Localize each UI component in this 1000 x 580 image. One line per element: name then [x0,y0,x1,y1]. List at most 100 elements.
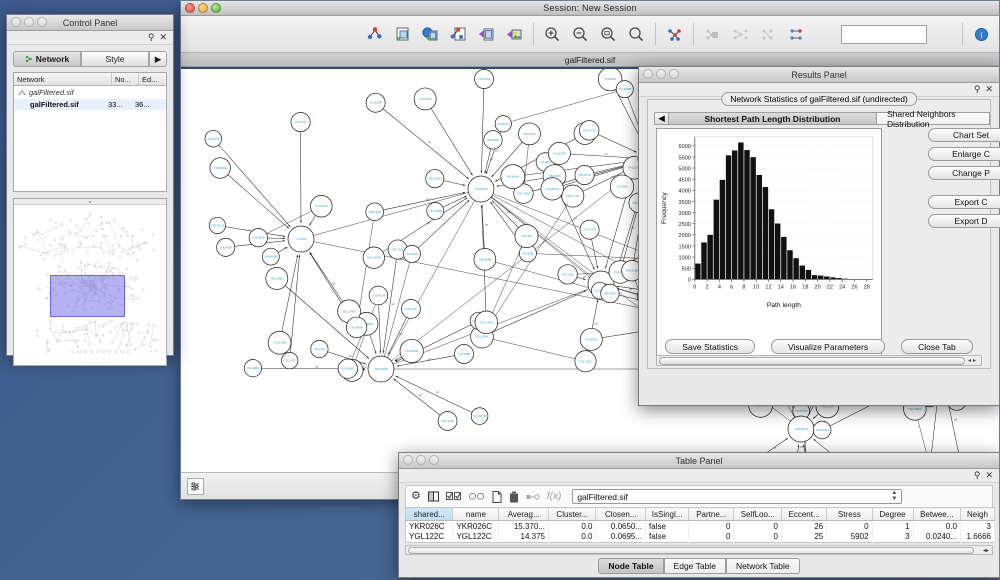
import-web-icon[interactable] [417,21,444,48]
save-statistics-button[interactable]: Save Statistics [665,339,755,354]
network-from-selection-icon[interactable] [445,21,472,48]
viewport-selection-rectangle[interactable] [50,275,124,317]
table-column-header[interactable]: Partne... [689,508,734,521]
task-history-icon[interactable] [187,478,204,495]
table-cell[interactable]: 25 [781,532,826,543]
hide-selected-icon[interactable] [755,21,782,48]
table-cell[interactable]: 26 [781,521,826,532]
show-all-icon[interactable] [783,21,810,48]
more-tabs-arrow-icon[interactable]: ▶ [149,51,167,67]
function-builder-icon[interactable]: f(x) [547,492,561,502]
pin-icon[interactable]: ⚲ [974,85,981,94]
table-row[interactable]: YKR026CYKR026C15.370...0.00.0650...false… [406,521,995,532]
deselect-all-icon[interactable] [469,492,485,501]
network-tree-root[interactable]: galFiltered.sif [14,86,166,99]
maximize-control-panel-button[interactable] [37,17,47,27]
change-parameters-button[interactable]: Change P [928,166,1000,180]
select-first-neighbors-icon[interactable] [727,21,754,48]
import-network-icon[interactable] [389,21,416,48]
tab-edge-table[interactable]: Edge Table [664,558,726,574]
control-panel-titlebar[interactable]: Control Panel [7,15,173,31]
columns-icon[interactable] [428,491,439,502]
new-column-icon[interactable] [492,491,502,503]
chart-settings-button[interactable]: Chart Set [928,128,1000,142]
col-nodes[interactable]: No... [112,73,139,85]
tab-shared-neighbors-distribution[interactable]: Shared Neighbors Distribution [877,112,990,125]
help-icon[interactable]: i [968,21,995,48]
col-edges[interactable]: Ed... [139,73,166,85]
close-results-panel-button[interactable] [643,69,653,79]
close-icon[interactable]: ✕ [985,85,993,94]
col-network[interactable]: Network [14,73,112,85]
table-cell[interactable]: 0.0695... [596,532,646,543]
network-table-select[interactable]: galFiltered.sif ▲▼ [572,489,902,504]
minimize-control-panel-button[interactable] [24,17,34,27]
table-panel-traffic-lights[interactable] [403,455,439,465]
table-column-header[interactable]: Neigh [960,508,994,521]
table-scrollbar-thumb[interactable] [408,547,974,554]
table-horizontal-scrollbar[interactable]: ◂▸ [405,545,993,555]
results-panel-traffic-lights[interactable] [643,69,679,79]
table-cell[interactable]: 5902 [827,532,872,543]
network-list-table[interactable]: Network No... Ed... galFiltered.sif galF… [13,72,167,192]
tab-shortest-path-length-distribution[interactable]: Shortest Path Length Distribution [669,112,877,125]
scrollbar-thumb[interactable] [659,357,965,365]
table-column-header[interactable]: Closen... [596,508,646,521]
table-column-header[interactable]: Degree [872,508,913,521]
minimize-results-panel-button[interactable] [656,69,666,79]
chevron-updown-icon[interactable]: ▲▼ [891,491,897,502]
rename-icon[interactable] [526,493,540,501]
table-column-header[interactable]: Cluster... [548,508,595,521]
close-tab-button[interactable]: Close Tab [901,339,973,354]
import-image-icon[interactable] [501,21,528,48]
path-length-histogram[interactable]: 0500100015002000250030003500400045005000… [656,128,882,356]
enlarge-chart-button[interactable]: Enlarge C [928,147,1000,161]
table-cell[interactable]: YKR026C [453,521,499,532]
table-cell[interactable]: 3 [960,521,994,532]
zoom-in-icon[interactable] [539,21,566,48]
import-table-icon[interactable] [473,21,500,48]
app-titlebar[interactable]: Session: New Session [181,1,999,16]
tab-style[interactable]: Style [81,51,149,67]
table-cell[interactable]: 0.0240... [913,532,960,543]
table-column-header[interactable]: name [453,508,499,521]
table-cell[interactable]: 0.0 [548,521,595,532]
close-window-button[interactable] [185,3,195,13]
tabs-scroll-left-icon[interactable]: ◀ [654,112,669,125]
table-cell[interactable]: 0.0650... [596,521,646,532]
table-cell[interactable]: YGL122C [406,532,453,543]
table-cell[interactable]: false [646,532,689,543]
export-chart-button[interactable]: Export C [928,195,1000,209]
table-cell[interactable]: 0.0 [913,521,960,532]
fit-content-icon[interactable] [623,21,650,48]
maximize-window-button[interactable] [211,3,221,13]
tab-network-table[interactable]: Network Table [726,558,800,574]
delete-column-icon[interactable] [509,491,519,503]
table-cell[interactable]: false [646,521,689,532]
table-cell[interactable]: 1 [872,521,913,532]
tab-network[interactable]: Network [13,51,81,67]
table-column-header[interactable]: Betwee... [913,508,960,521]
results-panel-titlebar[interactable]: Results Panel [639,67,999,83]
select-all-icon[interactable] [446,492,462,501]
table-cell[interactable]: 0.0 [548,532,595,543]
control-panel-traffic-lights[interactable] [11,17,47,27]
table-cell[interactable]: YKR026C [406,521,453,532]
table-cell[interactable]: 0 [689,521,734,532]
table-cell[interactable]: 3 [872,532,913,543]
tab-node-table[interactable]: Node Table [598,558,663,574]
table-cell[interactable]: 0 [689,532,734,543]
table-column-header[interactable]: IsSingl... [646,508,689,521]
table-scrollbar-arrows-icon[interactable]: ◂▸ [983,547,989,554]
table-cell[interactable]: YGL122C [453,532,499,543]
table-column-header[interactable]: Eccent... [781,508,826,521]
select-adjacent-icon[interactable] [699,21,726,48]
table-cell[interactable]: 0 [734,521,781,532]
new-network-icon[interactable] [361,21,388,48]
close-icon[interactable]: ✕ [985,471,993,480]
minimize-window-button[interactable] [198,3,208,13]
table-cell[interactable]: 0 [734,532,781,543]
network-list-row[interactable]: galFiltered.sif 33... 36... [14,99,166,110]
search-input[interactable] [841,25,927,44]
minimize-table-panel-button[interactable] [416,455,426,465]
